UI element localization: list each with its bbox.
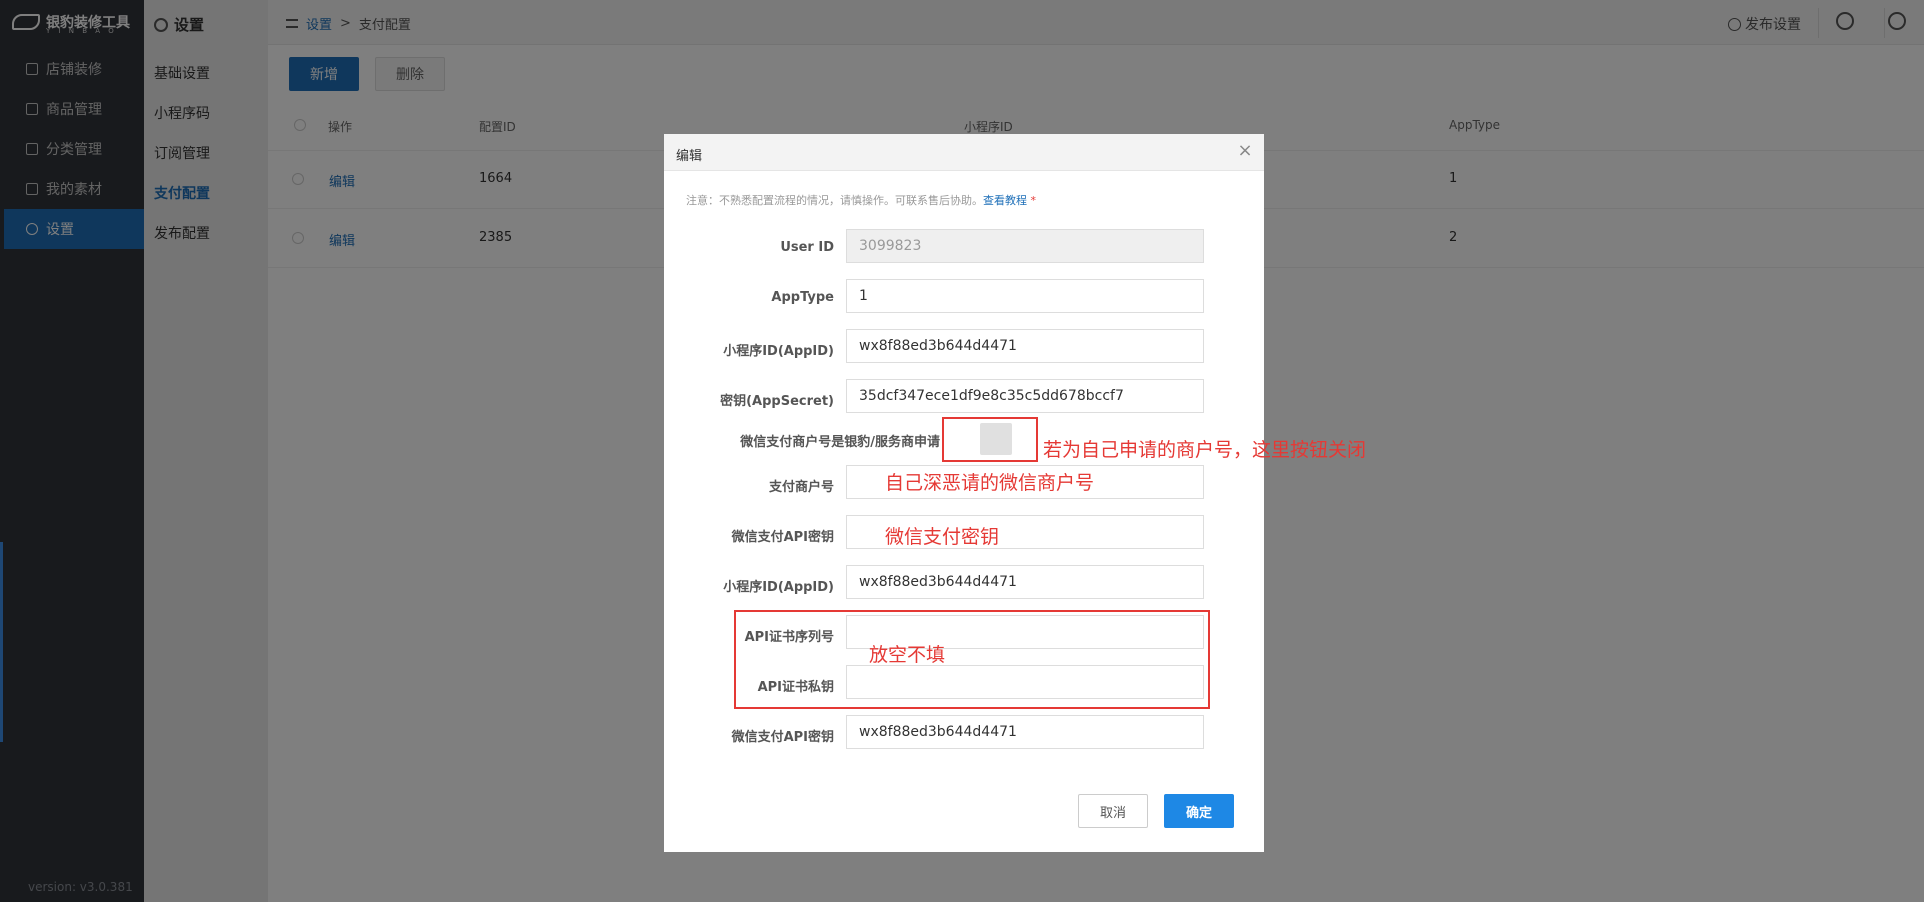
modal-title: 编辑 [676,149,703,164]
mch-annotation-text: 自己深恶请的微信商户号 [885,472,1095,494]
notice-text: 注意：不熟悉配置流程的情况，请慎操作。可联系售后协助。 [686,194,983,207]
cert-annotation-text: 放空不填 [869,644,946,666]
appsecret-field[interactable]: 35dcf347ece1df9e8c35c5dd678bccf7 [846,379,1204,413]
modal-notice: 注意：不熟悉配置流程的情况，请慎操作。可联系售后协助。查看教程 * [686,192,1036,208]
required-star: * [1030,194,1037,207]
toggle-annotation-text: 若为自己申请的商户号，这里按钮关闭 [1043,439,1367,461]
tutorial-link[interactable]: 查看教程 [983,194,1027,207]
appid-field[interactable]: wx8f88ed3b644d4471 [846,329,1204,363]
mch-id-label: 支付商户号 [768,480,834,495]
close-icon[interactable]: × [1236,142,1254,160]
cancel-button[interactable]: 取消 [1078,794,1148,828]
user-id-field: 3099823 [846,229,1204,263]
apptype-label: AppType [771,290,834,305]
toggle-annotation-box [942,417,1038,462]
confirm-button[interactable]: 确定 [1164,794,1234,828]
appid2-field[interactable]: wx8f88ed3b644d4471 [846,565,1204,599]
appid2-label: 小程序ID(AppID) [723,580,834,595]
user-id-label: User ID [780,240,834,255]
cert-annotation-box [734,610,1210,709]
apptype-field[interactable]: 1 [846,279,1204,313]
api-key2-field[interactable]: wx8f88ed3b644d4471 [846,715,1204,749]
appid-label: 小程序ID(AppID) [723,344,834,359]
provider-toggle-label: 微信支付商户号是银豹/服务商申请 [740,435,940,450]
api-key2-label: 微信支付API密钥 [731,730,834,745]
api-key-annotation-text: 微信支付密钥 [885,526,1000,548]
api-key-label: 微信支付API密钥 [731,530,834,545]
appsecret-label: 密钥(AppSecret) [720,394,834,409]
modal-header [664,134,1264,171]
